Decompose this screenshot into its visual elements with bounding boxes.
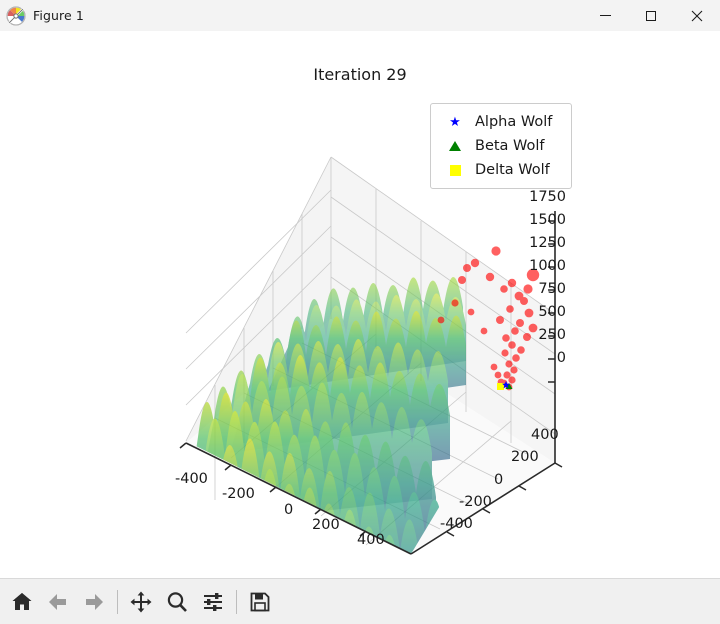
xtick-label: 200 [312,517,340,533]
legend-item-beta-wolf: Beta Wolf [431,134,571,158]
ztick-label: 1250 [529,235,566,251]
ytick-label: -400 [440,516,473,532]
minimize-icon [599,15,611,16]
square-icon [441,164,469,176]
star-icon: ★ [449,114,461,130]
home-button[interactable] [4,584,40,620]
window-titlebar: Figure 1 [0,0,720,32]
forward-button[interactable] [76,584,112,620]
window-title: Figure 1 [33,8,84,23]
legend-label: Beta Wolf [475,138,545,154]
navigation-toolbar [0,578,720,624]
floppy-disk-icon [250,592,270,611]
ztick-label: 1750 [529,189,566,205]
minimize-button[interactable] [582,0,628,31]
close-button[interactable] [674,0,720,31]
magnifier-icon [167,591,187,612]
maximize-icon [646,10,656,21]
ytick-label: 400 [531,427,559,443]
matplotlib-icon [6,5,26,26]
chart-legend: ★ Alpha Wolf Beta Wolf Delta Wolf [430,103,572,189]
toolbar-separator [236,589,237,614]
toolbar-separator [117,589,118,614]
ztick-label: 500 [538,304,566,320]
figure-window: Figure 1 Iteration 29 -400 -200 0 200 40… [0,0,720,624]
arrow-left-icon [49,593,66,610]
figure-canvas[interactable]: Iteration 29 -400 -200 0 200 400 400 200… [0,31,720,578]
save-button[interactable] [242,584,278,620]
triangle-icon [441,141,469,151]
ztick-label: 1000 [529,258,566,274]
ztick-label: 0 [556,350,566,366]
sliders-icon [204,592,222,611]
legend-label: Alpha Wolf [475,114,553,130]
xtick-label: 0 [284,502,294,518]
xtick-label: -200 [222,486,255,502]
home-icon [12,592,32,610]
move-arrows-icon [130,591,152,612]
ztick-label: 250 [538,327,566,343]
maximize-button[interactable] [628,0,674,31]
xtick-label: -400 [175,471,208,487]
ytick-label: 0 [494,472,504,488]
back-button[interactable] [40,584,76,620]
legend-label: Delta Wolf [475,162,550,178]
arrow-right-icon [86,593,103,610]
ztick-label: 1500 [529,212,566,228]
configure-subplots-button[interactable] [195,584,231,620]
ytick-label: 200 [511,449,539,465]
zoom-button[interactable] [159,584,195,620]
xtick-label: 400 [357,532,385,548]
axes3d-plot[interactable] [0,31,720,578]
ytick-label: -200 [459,494,492,510]
pan-button[interactable] [123,584,159,620]
close-icon [691,10,703,21]
legend-item-delta-wolf: Delta Wolf [431,158,571,182]
legend-item-alpha-wolf: ★ Alpha Wolf [431,110,571,134]
ztick-label: 750 [538,281,566,297]
